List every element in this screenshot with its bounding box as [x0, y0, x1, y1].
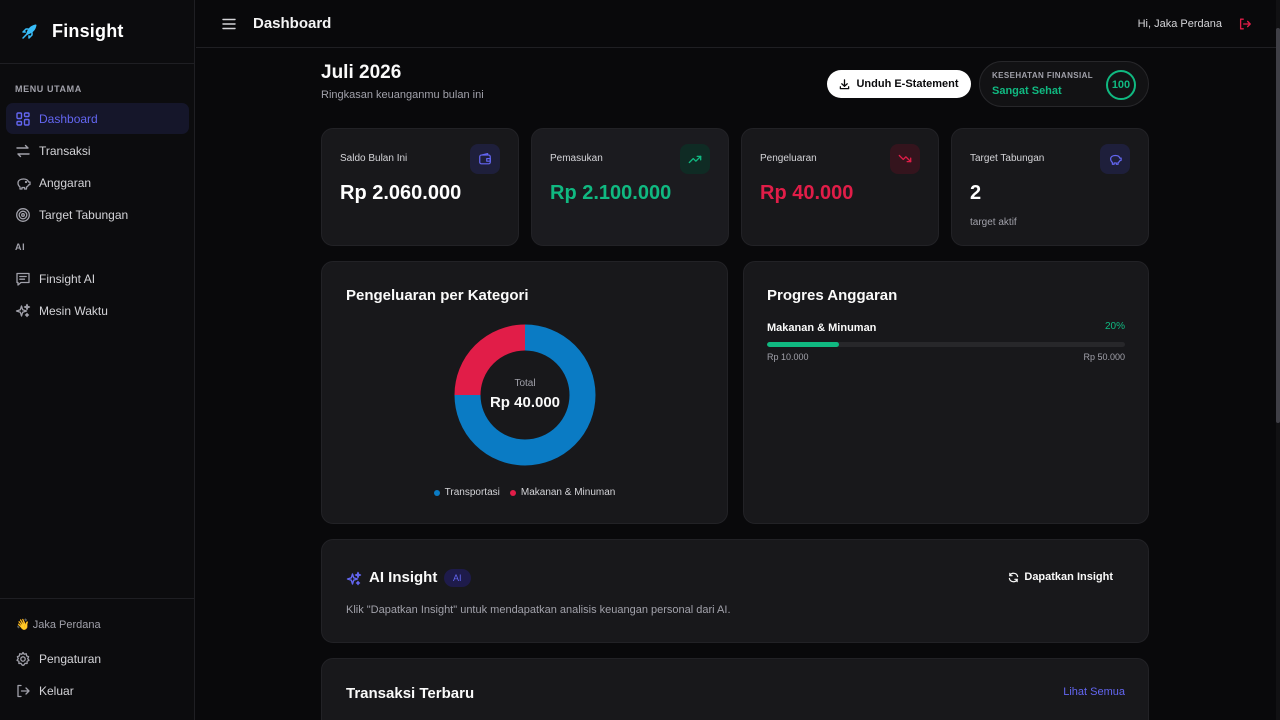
budget-limit: Rp 50.000 — [1083, 352, 1125, 362]
download-statement-button[interactable]: Unduh E-Statement — [827, 70, 971, 98]
health-label: KESEHATAN FINANSIAL — [992, 71, 1094, 80]
page-title: Dashboard — [253, 15, 332, 32]
budget-item-name: Makanan & Minuman — [767, 322, 877, 334]
health-status: Sangat Sehat — [992, 85, 1062, 97]
wallet-icon — [470, 144, 500, 174]
sparkles-icon — [346, 571, 362, 592]
trending-down-icon — [890, 144, 920, 174]
panel-title: Progres Anggaran — [767, 287, 898, 304]
ai-insight-description: Klik "Dapatkan Insight" untuk mendapatka… — [346, 604, 731, 616]
sidebar-footer: 👋 Jaka Perdana Pengaturan Keluar — [0, 598, 195, 707]
period-title: Juli 2026 — [321, 62, 402, 83]
stat-value: 2 — [970, 182, 982, 204]
rocket-logo-icon — [22, 24, 37, 39]
scrollbar-thumb[interactable] — [1276, 28, 1280, 423]
sidebar-item-anggaran[interactable]: Anggaran — [6, 167, 189, 198]
trending-up-icon — [680, 144, 710, 174]
sidebar-item-label: Finsight AI — [39, 271, 96, 286]
stat-card-expense: Pengeluaran Rp 40.000 — [741, 128, 939, 246]
sidebar-item-target-tabungan[interactable]: Target Tabungan — [6, 199, 189, 230]
get-insight-label: Dapatkan Insight — [1024, 571, 1113, 583]
sidebar-item-label: Anggaran — [39, 175, 92, 190]
donut-chart: Total Rp 40.000 — [454, 324, 596, 466]
chart-legend: Transportasi Makanan & Minuman — [322, 487, 727, 498]
financial-health-badge: KESEHATAN FINANSIAL Sangat Sehat 100 — [979, 61, 1149, 107]
sidebar-item-label: Dashboard — [39, 111, 98, 126]
download-icon — [840, 78, 850, 89]
legend-item[interactable]: Makanan & Minuman — [509, 487, 616, 498]
grid-icon — [15, 111, 31, 127]
stat-card-savings-target: Target Tabungan 2 target aktif — [951, 128, 1149, 246]
stat-subtext: target aktif — [970, 217, 1017, 228]
page-scrollbar[interactable] — [1276, 0, 1280, 720]
section-label-main: MENU UTAMA — [15, 84, 82, 94]
sidebar-item-transaksi[interactable]: Transaksi — [6, 135, 189, 166]
category-expense-panel: Pengeluaran per Kategori Total Rp 40.000… — [321, 261, 728, 524]
stat-value: Rp 40.000 — [760, 182, 854, 204]
piggy-bank-icon — [15, 175, 31, 191]
legend-dot — [509, 489, 516, 496]
sidebar-item-pengaturan[interactable]: Pengaturan — [6, 643, 189, 674]
panel-title: Transaksi Terbaru — [346, 685, 475, 702]
budget-progress-fill — [767, 342, 839, 347]
donut-center-label: Total — [514, 378, 535, 389]
panel-title: Pengeluaran per Kategori — [346, 287, 529, 304]
sidebar-item-keluar[interactable]: Keluar — [6, 675, 189, 706]
app-name: Finsight — [52, 21, 124, 41]
logout-icon[interactable] — [1238, 17, 1252, 31]
recent-transactions-panel: Transaksi Terbaru Lihat Semua — [321, 658, 1149, 720]
download-statement-label: Unduh E-Statement — [856, 78, 959, 90]
main-menu: MENU UTAMA Dashboard Transaksi Anggaran … — [0, 84, 195, 327]
stat-label: Target Tabungan — [970, 153, 1045, 164]
refresh-icon — [1009, 572, 1019, 582]
sidebar-item-mesin-waktu[interactable]: Mesin Waktu — [6, 295, 189, 326]
gear-icon — [15, 651, 31, 667]
sidebar: Finsight MENU UTAMA Dashboard Transaksi … — [0, 0, 195, 720]
sidebar-item-label: Pengaturan — [39, 651, 102, 666]
hamburger-menu-icon[interactable] — [222, 17, 236, 31]
stat-label: Pemasukan — [550, 153, 603, 164]
stat-label: Saldo Bulan Ini — [340, 153, 408, 164]
stat-label: Pengeluaran — [760, 153, 817, 164]
donut-center-value: Rp 40.000 — [490, 394, 560, 411]
budget-progress-bar — [767, 342, 1125, 347]
ai-badge: AI — [444, 569, 471, 587]
main-content: Juli 2026 Ringkasan keuanganmu bulan ini… — [321, 48, 1149, 720]
budget-progress-panel: Progres Anggaran Makanan & Minuman 20% R… — [743, 261, 1149, 524]
topbar: Dashboard Hi, Jaka Perdana — [196, 0, 1280, 48]
target-icon — [15, 207, 31, 223]
budget-spent: Rp 10.000 — [767, 352, 809, 362]
sidebar-item-dashboard[interactable]: Dashboard — [6, 103, 189, 134]
arrows-exchange-icon — [15, 143, 31, 159]
budget-item-percent: 20% — [1104, 321, 1125, 332]
chat-icon — [15, 271, 31, 287]
stat-value: Rp 2.060.000 — [340, 182, 462, 204]
see-all-link[interactable]: Lihat Semua — [1063, 686, 1125, 698]
sidebar-item-label: Target Tabungan — [39, 207, 129, 222]
brand[interactable]: Finsight — [0, 0, 194, 64]
legend-dot — [433, 489, 440, 496]
legend-item[interactable]: Transportasi — [433, 487, 500, 498]
stat-card-balance: Saldo Bulan Ini Rp 2.060.000 — [321, 128, 519, 246]
get-insight-button[interactable]: Dapatkan Insight — [1008, 571, 1113, 583]
stat-card-income: Pemasukan Rp 2.100.000 — [531, 128, 729, 246]
legend-label: Transportasi — [444, 487, 500, 498]
sidebar-item-label: Keluar — [39, 683, 74, 698]
section-label-ai: AI — [15, 242, 26, 252]
sidebar-item-label: Mesin Waktu — [39, 303, 108, 318]
period-subtitle: Ringkasan keuanganmu bulan ini — [321, 89, 484, 101]
health-score: 100 — [1106, 70, 1136, 100]
sparkles-icon — [15, 303, 31, 319]
sidebar-item-finsight-ai[interactable]: Finsight AI — [6, 263, 189, 294]
legend-label: Makanan & Minuman — [520, 487, 616, 498]
stat-value: Rp 2.100.000 — [550, 182, 672, 204]
sidebar-item-label: Transaksi — [39, 143, 91, 158]
ai-insight-panel: AI Insight AI Dapatkan Insight Klik "Dap… — [321, 539, 1149, 643]
sidebar-user-name: 👋 Jaka Perdana — [16, 618, 101, 631]
piggy-bank-icon — [1100, 144, 1130, 174]
ai-insight-title: AI Insight — [369, 569, 438, 586]
logout-icon — [15, 683, 31, 699]
user-greeting: Hi, Jaka Perdana — [1137, 17, 1222, 30]
